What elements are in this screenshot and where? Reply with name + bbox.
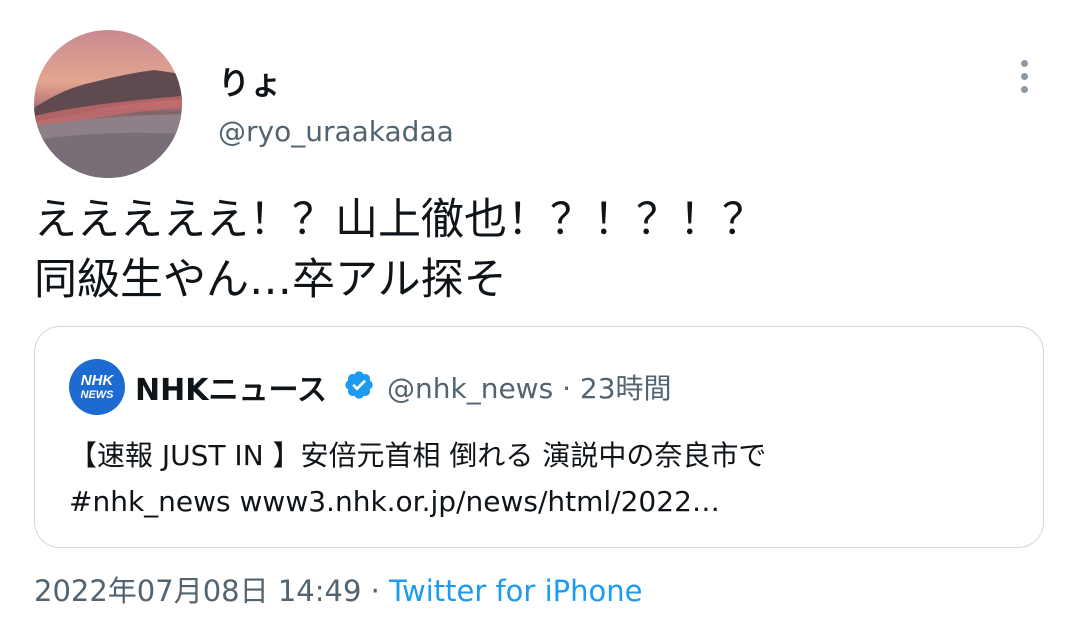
nhk-news-logo-icon[interactable]: NHK NEWS xyxy=(69,359,125,415)
tweet-text-line: えええええ！？山上徹也！？！？！？ xyxy=(34,195,765,245)
quoted-author-name[interactable]: NHKニュース xyxy=(135,365,327,409)
timestamp[interactable]: 2022年07月08日 14:49 xyxy=(34,574,361,608)
more-options-icon[interactable] xyxy=(1008,56,1042,96)
quoted-handle[interactable]: @nhk_news xyxy=(387,372,553,405)
quoted-text-line: #nhk_news www3.nhk.or.jp/news/html/2022… xyxy=(69,485,720,518)
logo-text: NEWS xyxy=(80,389,114,401)
separator: · xyxy=(553,372,580,405)
tweet-meta: 2022年07月08日 14:49 · Twitter for iPhone xyxy=(34,568,642,610)
verified-badge-icon xyxy=(345,371,373,399)
logo-text: NHK xyxy=(80,372,114,389)
quoted-tweet-card[interactable]: NHK NEWS NHKニュース @nhk_news · 23時間 【速報 JU… xyxy=(34,326,1044,548)
quoted-handle-time: @nhk_news · 23時間 xyxy=(387,367,672,407)
source-link[interactable]: Twitter for iPhone xyxy=(389,574,642,608)
author-handle[interactable]: @ryo_uraakadaa xyxy=(218,115,454,148)
quoted-text-line: 【速報 JUST IN 】安倍元首相 倒れる 演説中の奈良市で xyxy=(69,439,767,472)
quoted-time[interactable]: 23時間 xyxy=(580,372,672,405)
author-name[interactable]: りょ xyxy=(218,58,282,104)
tweet-text-line: 同級生やん…卒アル探そ xyxy=(34,255,507,305)
tweet-text: えええええ！？山上徹也！？！？！？ 同級生やん…卒アル探そ xyxy=(34,190,765,310)
sunset-beach-avatar-icon xyxy=(34,70,182,178)
avatar[interactable] xyxy=(34,30,182,178)
quoted-tweet-text: 【速報 JUST IN 】安倍元首相 倒れる 演説中の奈良市で #nhk_new… xyxy=(69,433,766,525)
separator: · xyxy=(361,574,390,608)
